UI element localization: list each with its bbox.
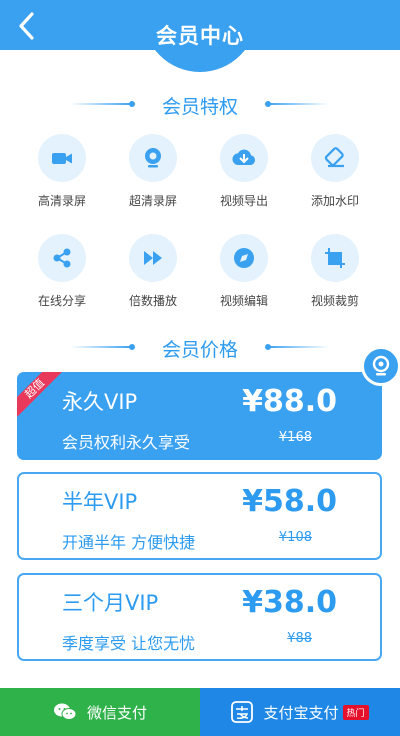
share-icon [53, 248, 71, 268]
feature-icon-circle [38, 134, 86, 182]
feature-label: 视频导出 [219, 194, 268, 208]
plan-card-lifetime[interactable]: 超值 永久VIP 会员权利永久享受 ¥88.0 ¥168 [17, 372, 382, 460]
feature-icon-circle [311, 234, 359, 282]
feature-label: 倍数播放 [128, 294, 177, 308]
plan-desc: 开通半年 方便快捷 [62, 533, 196, 552]
fast-forward-icon [144, 251, 162, 265]
feature-label: 超清录屏 [128, 194, 177, 208]
feature-icon-circle [129, 134, 177, 182]
feature-label: 视频编辑 [219, 294, 268, 308]
feature-icon-circle [38, 234, 86, 282]
alipay-icon [231, 701, 254, 723]
feature-uhd-record[interactable]: 超清录屏 [105, 134, 201, 209]
feature-speed-play[interactable]: 倍数播放 [105, 234, 201, 309]
cloud-download-icon [232, 149, 256, 165]
feature-label: 添加水印 [310, 194, 359, 208]
wechat-pay-button[interactable]: 微信支付 [0, 688, 200, 736]
feature-icon-circle [311, 134, 359, 182]
value-badge-wrap: 超值 [17, 372, 63, 418]
plan-price: ¥88.0 [242, 384, 337, 419]
edit-swirl-icon [234, 248, 254, 268]
wechat-pay-label: 微信支付 [86, 703, 147, 722]
feature-icon-circle [129, 234, 177, 282]
feature-watermark[interactable]: 添加水印 [287, 134, 383, 209]
feature-edit[interactable]: 视频编辑 [196, 234, 292, 309]
feature-export[interactable]: 视频导出 [196, 134, 292, 209]
floating-record-button[interactable] [361, 346, 400, 386]
plan-original-price: ¥108 [278, 530, 312, 545]
feature-icon-circle [220, 134, 268, 182]
plan-original-price: ¥168 [278, 430, 312, 445]
plan-name: 永久VIP [62, 390, 138, 414]
feature-share[interactable]: 在线分享 [14, 234, 110, 309]
plan-price: ¥38.0 [242, 585, 337, 620]
feature-label: 视频裁剪 [310, 294, 359, 308]
alipay-button[interactable]: 支付宝支付 热门 [200, 688, 400, 736]
plan-name: 三个月VIP [62, 591, 159, 615]
feature-crop[interactable]: 视频裁剪 [287, 234, 383, 309]
page-title: 会员中心 [156, 24, 244, 48]
plan-original-price: ¥88 [287, 631, 312, 646]
feature-icon-circle [220, 234, 268, 282]
plan-price: ¥58.0 [242, 484, 337, 519]
hot-badge: 热门 [342, 704, 369, 720]
plan-card-three-months[interactable]: 三个月VIP 季度享受 让您无忧 ¥38.0 ¥88 [17, 573, 382, 661]
webcam-icon [145, 148, 161, 168]
feature-hd-record[interactable]: 高清录屏 [14, 134, 110, 209]
wechat-icon [53, 702, 77, 722]
vip-center-page: 会员中心 会员特权 高清录屏 超清录屏 视频导出 添加水印 在线分享 倍数播放 … [0, 0, 400, 736]
plan-name: 半年VIP [62, 490, 138, 514]
video-camera-icon [52, 153, 72, 164]
feature-label: 高清录屏 [37, 194, 86, 208]
plan-card-half-year[interactable]: 半年VIP 开通半年 方便快捷 ¥58.0 ¥108 [17, 472, 382, 560]
crop-icon [325, 248, 345, 268]
privileges-title: 会员特权 [161, 96, 238, 118]
alipay-label: 支付宝支付 [263, 703, 339, 722]
plan-desc: 季度享受 让您无忧 [62, 634, 196, 653]
webcam-icon [372, 355, 390, 376]
plan-desc: 会员权利永久享受 [62, 433, 191, 452]
value-badge: 超值 [17, 372, 63, 417]
pricing-title: 会员价格 [161, 339, 238, 361]
eraser-icon [324, 147, 344, 168]
feature-label: 在线分享 [37, 294, 86, 308]
